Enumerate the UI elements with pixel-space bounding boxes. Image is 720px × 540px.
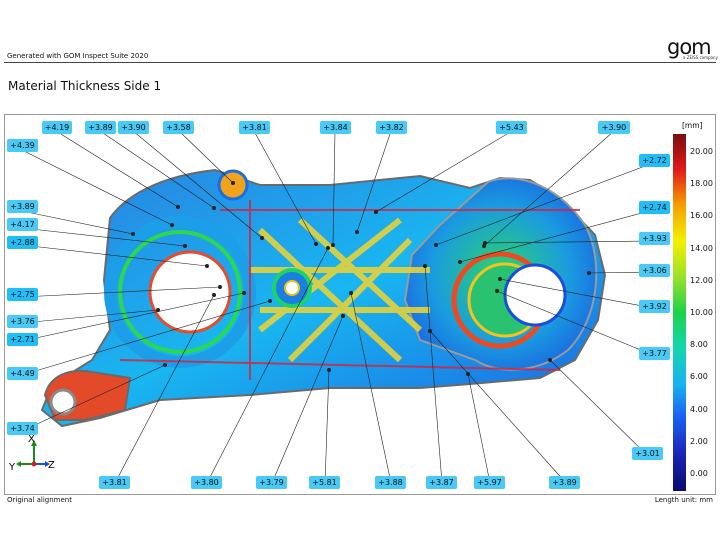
legend-tick-label: 12.00 — [690, 275, 713, 285]
axis-y-label: Y — [8, 462, 16, 473]
coordinate-axes-icon: X Y Z — [8, 434, 55, 473]
axis-z-label: Z — [48, 460, 55, 471]
thickness-label: +4.39 — [7, 139, 38, 152]
thickness-label: +3.06 — [639, 264, 670, 277]
legend-tick-label: 10.00 — [690, 308, 713, 317]
thickness-label: +3.93 — [639, 232, 670, 245]
thickness-label: +2.71 — [7, 333, 38, 346]
thickness-label: +3.76 — [7, 315, 38, 328]
legend-tick-label: 20.00 — [690, 147, 713, 156]
thickness-label: +4.17 — [7, 218, 38, 231]
thickness-label: +3.77 — [639, 347, 670, 360]
legend-tick-label: 8.00 — [690, 340, 708, 350]
thickness-label: +3.90 — [598, 121, 630, 134]
legend-tick-label: 16.00 — [690, 211, 713, 221]
thickness-label: +4.19 — [42, 121, 72, 134]
legend-unit: [mm] — [682, 121, 703, 130]
legend-tick-label: 18.00 — [690, 179, 713, 189]
thickness-label: +2.72 — [639, 154, 670, 167]
part-thickness-render — [21, 130, 654, 484]
thickness-label: +3.90 — [118, 121, 149, 134]
thickness-label: +3.58 — [163, 121, 194, 134]
thickness-label: +2.74 — [639, 201, 670, 214]
axis-x-label: X — [28, 434, 35, 445]
thickness-label: +3.81 — [239, 121, 270, 134]
thickness-label: +3.89 — [7, 200, 38, 213]
legend-tick-label: 4.00 — [690, 404, 708, 414]
legend-tick-label: 0.00 — [690, 469, 708, 478]
thickness-label: +5.43 — [496, 121, 527, 134]
thickness-label: +2.88 — [7, 236, 38, 249]
thickness-label: +3.88 — [375, 476, 406, 489]
thickness-label: +3.89 — [85, 121, 116, 134]
legend-tick-label: 14.00 — [690, 243, 713, 253]
thickness-label: +3.89 — [549, 476, 580, 489]
length-unit-text: Length unit: mm — [654, 496, 713, 504]
thickness-label: +3.80 — [191, 476, 222, 489]
legend-tick-label: 6.00 — [690, 372, 708, 382]
thickness-label: +3.82 — [376, 121, 407, 134]
footer-divider — [4, 494, 716, 495]
color-scale-bar — [673, 134, 686, 491]
legend-tick-label: 2.00 — [690, 436, 708, 446]
thickness-label: +5.81 — [309, 476, 340, 489]
thickness-label: +3.92 — [639, 300, 670, 313]
thickness-label: +3.87 — [426, 476, 457, 489]
thickness-label: +3.84 — [320, 121, 351, 134]
thickness-label: +3.01 — [632, 447, 663, 460]
thickness-label: +4.49 — [7, 367, 38, 380]
alignment-text: Original alignment — [7, 496, 72, 504]
thickness-label: +2.75 — [7, 288, 38, 301]
thickness-label: +3.79 — [256, 476, 287, 489]
thickness-label: +5.97 — [474, 476, 505, 489]
thickness-label: +3.81 — [99, 476, 130, 489]
